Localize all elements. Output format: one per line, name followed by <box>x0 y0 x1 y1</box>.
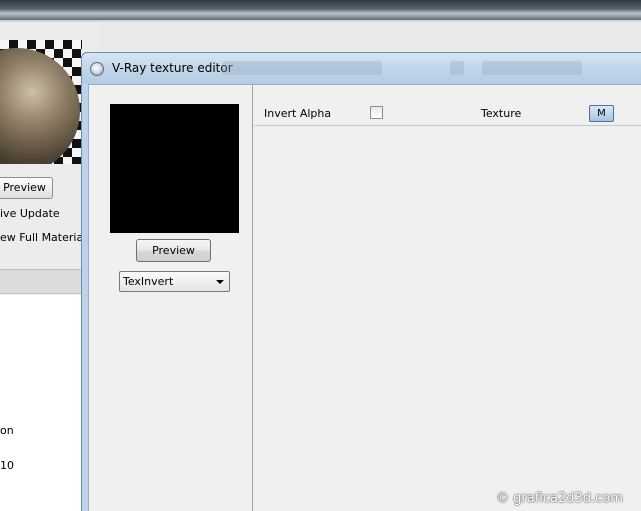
dialog-title: V-Ray texture editor <box>112 61 233 75</box>
dialog-client-area: Preview TexInvert Invert Alpha Texture M <box>88 84 641 511</box>
chevron-down-icon <box>216 280 224 284</box>
background-preview-button[interactable]: Preview <box>0 177 53 199</box>
titlebar-ghost-icon <box>450 61 464 75</box>
view-full-material-label[interactable]: ew Full Material <box>0 231 86 244</box>
preview-button[interactable]: Preview <box>136 239 211 262</box>
background-row-value: 10 <box>0 459 14 472</box>
texture-preview-swatch <box>110 104 239 233</box>
live-update-label[interactable]: ive Update <box>0 207 60 220</box>
watermark: © grafica2d3d.com <box>496 491 623 506</box>
dialog-titlebar[interactable]: V-Ray texture editor <box>82 53 641 84</box>
invert-alpha-checkbox[interactable] <box>370 106 383 119</box>
titlebar-ghost-text <box>482 61 582 75</box>
titlebar-ghost-text <box>222 61 382 75</box>
invert-alpha-label: Invert Alpha <box>264 107 332 120</box>
texture-type-value: TexInvert <box>123 275 174 288</box>
material-sphere <box>0 48 80 164</box>
background-row-label: on <box>0 424 14 437</box>
texture-map-button[interactable]: M <box>589 105 614 122</box>
texture-type-dropdown[interactable]: TexInvert <box>119 271 230 292</box>
texture-label: Texture <box>481 107 522 120</box>
background-list-area <box>0 295 82 511</box>
background-section-header <box>0 270 82 294</box>
background-window-top <box>0 0 641 22</box>
material-preview-thumbnail <box>0 40 82 164</box>
texture-editor-dialog: V-Ray texture editor Preview TexInvert I… <box>81 52 641 511</box>
parameter-row: Invert Alpha Texture M <box>254 100 641 126</box>
texture-parameters-pane: Invert Alpha Texture M <box>254 85 641 511</box>
app-icon <box>90 62 104 76</box>
texture-preview-pane: Preview TexInvert <box>89 85 253 511</box>
